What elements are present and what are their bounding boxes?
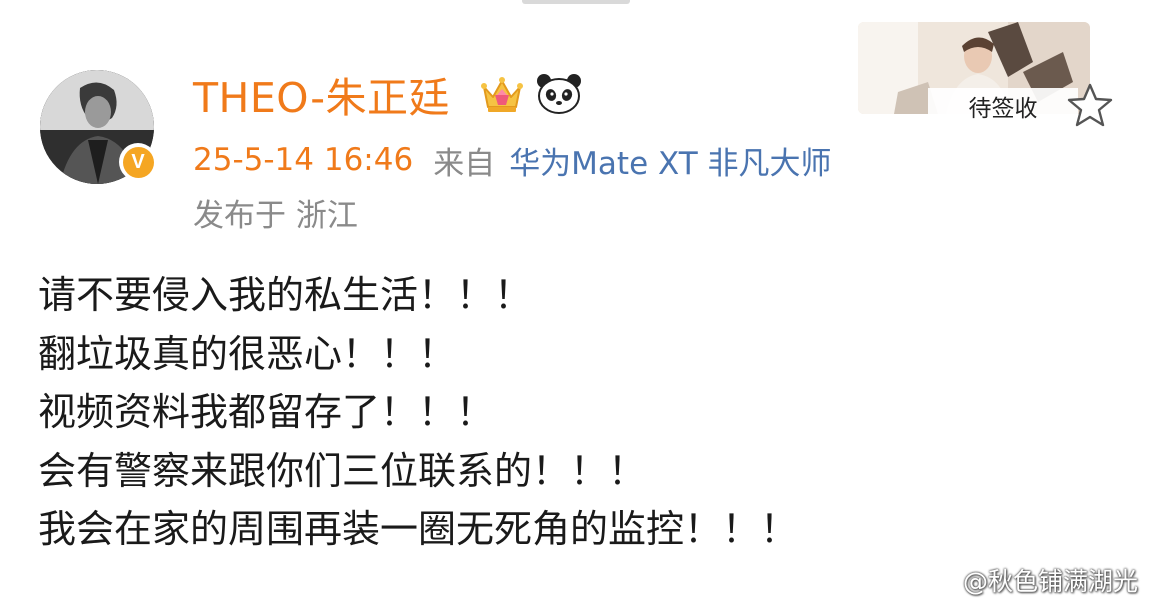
post-meta: 25-5-14 16:46 来自 华为Mate XT 非凡大师 (193, 138, 832, 182)
post-body-line: 我会在家的周围再装一圈无死角的监控！！！ (38, 507, 799, 551)
verified-v-icon: V (122, 146, 154, 178)
weibo-logo-icon (927, 568, 958, 594)
watermark-text: @秋色铺满湖光 (962, 567, 1138, 596)
crown-icon[interactable] (480, 73, 524, 115)
post-body-line: 请不要侵入我的私生活！！！ (38, 273, 533, 317)
watermark: @秋色铺满湖光 (927, 560, 1138, 600)
post-body-line: 视频资料我都留存了！！！ (38, 390, 495, 434)
panda-icon[interactable] (536, 73, 582, 115)
verified-badge: V (119, 143, 157, 181)
card-label: 待签收 (928, 88, 1078, 124)
post-body: 请不要侵入我的私生活！！！ 翻垃圾真的很恶心！！！ 视频资料我都留存了！！！ 会… (38, 266, 1098, 559)
post-body-line: 会有警察来跟你们三位联系的！！！ (38, 448, 647, 493)
top-handle-bar (522, 0, 630, 4)
post-body-line: 翻垃圾真的很恶心！！！ (38, 331, 457, 376)
post-timestamp: 25-5-14 16:46 (193, 142, 414, 178)
device-link[interactable]: 华为Mate XT 非凡大师 (509, 138, 831, 183)
star-icon[interactable] (1066, 82, 1114, 128)
signature-card[interactable]: 待签收 (848, 22, 1116, 130)
post-source-label: 来自 (433, 145, 496, 182)
post-location: 发布于 浙江 (193, 197, 358, 234)
username[interactable]: THEO-朱正廷 (193, 66, 450, 122)
